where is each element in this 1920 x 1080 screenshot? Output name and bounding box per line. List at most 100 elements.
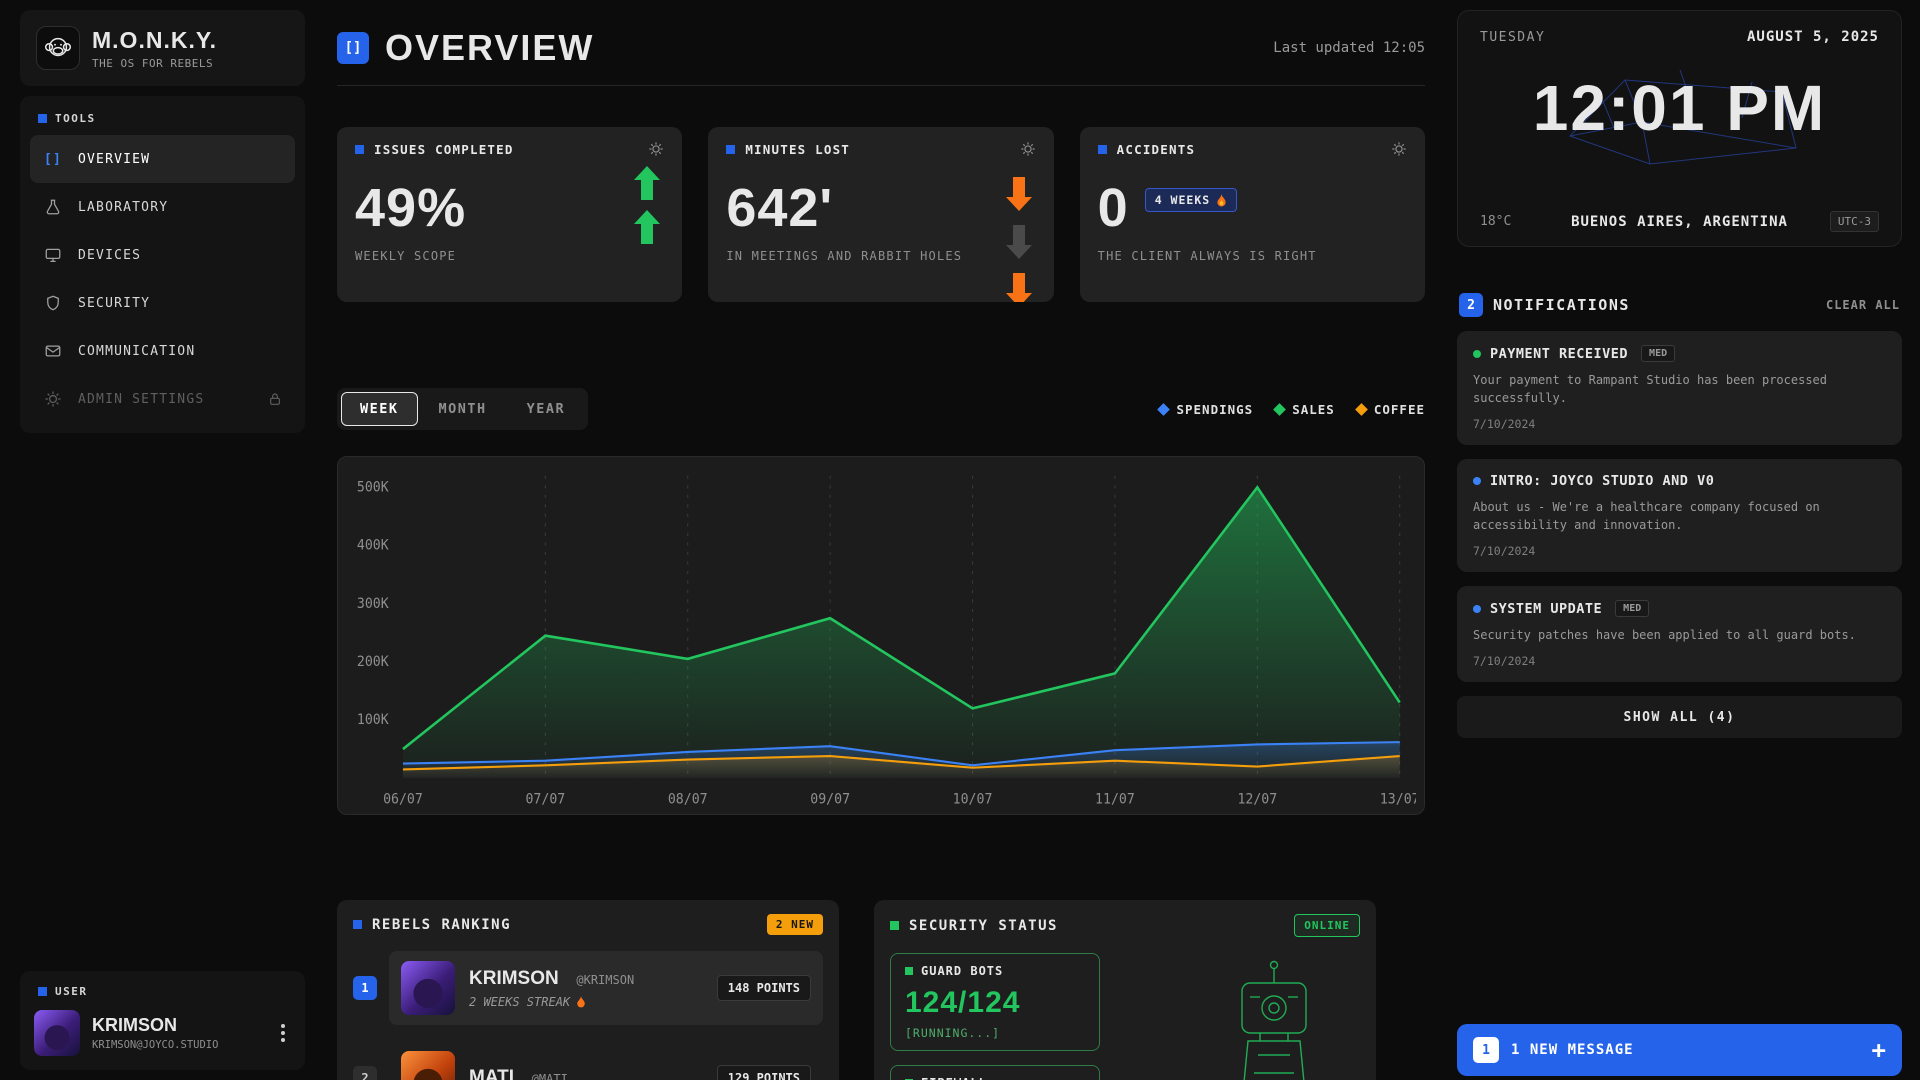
notification-date: 7/10/2024 xyxy=(1473,417,1886,431)
stat-sublabel: WEEKLY SCOPE xyxy=(355,249,664,263)
gear-icon[interactable] xyxy=(1020,141,1036,157)
security-status-card: SECURITY STATUS ONLINE GUARD BOTS 124/12… xyxy=(874,900,1376,1080)
svg-text:07/07: 07/07 xyxy=(525,791,565,807)
user-menu-button[interactable] xyxy=(275,1018,291,1048)
show-all-button[interactable]: SHOW ALL (4) xyxy=(1457,696,1902,738)
sidebar-item-security[interactable]: SECURITY xyxy=(30,279,295,327)
message-label: 1 NEW MESSAGE xyxy=(1511,1042,1634,1058)
app-title: M.O.N.K.Y. xyxy=(92,27,217,54)
ranking-row-2[interactable]: 2 MATI @MATI 129 POINTS xyxy=(353,1041,823,1080)
user-row: KRIMSON KRIMSON@JOYCO.STUDIO xyxy=(30,1008,295,1058)
sidebar-item-label: OVERVIEW xyxy=(78,152,150,167)
user-name: KRIMSON xyxy=(92,1015,218,1036)
clock-time: 12:01 PM xyxy=(1480,71,1879,145)
new-badge: 2 NEW xyxy=(767,914,823,935)
security-title: SECURITY STATUS xyxy=(909,918,1058,934)
flask-icon xyxy=(42,198,64,216)
status-dot xyxy=(1473,605,1481,613)
sidebar-item-admin-settings[interactable]: ADMIN SETTINGS xyxy=(30,375,295,423)
shield-icon xyxy=(42,294,64,312)
tab-year[interactable]: YEAR xyxy=(508,392,585,426)
plus-icon[interactable]: + xyxy=(1872,1038,1886,1062)
stat-card-issues: ISSUES COMPLETED 49% WEEKLY SCOPE xyxy=(337,127,682,302)
points-badge: 148 POINTS xyxy=(717,975,811,1001)
stats-row: ISSUES COMPLETED 49% WEEKLY SCOPE xyxy=(337,127,1425,302)
guard-bot-illustration xyxy=(1214,957,1334,1080)
section-bullet-icon xyxy=(38,114,47,123)
priority-badge: MED xyxy=(1641,345,1675,362)
rank-name: MATI xyxy=(469,1067,514,1080)
notification-system-update[interactable]: SYSTEM UPDATE MED Security patches have … xyxy=(1457,586,1902,682)
user-email: KRIMSON@JOYCO.STUDIO xyxy=(92,1039,218,1051)
sidebar-item-label: ADMIN SETTINGS xyxy=(78,392,204,407)
notifications-count-badge: 2 xyxy=(1459,293,1483,317)
svg-text:12/07: 12/07 xyxy=(1237,791,1277,807)
sidebar-item-label: SECURITY xyxy=(78,296,150,311)
status-dot xyxy=(1473,477,1481,485)
admin-icon xyxy=(42,390,64,408)
lock-icon xyxy=(267,391,283,407)
sidebar-item-label: LABORATORY xyxy=(78,200,168,215)
firewall-label: FIREWALL xyxy=(921,1076,987,1080)
chart-svg: 06/0707/0708/0709/0710/0711/0712/0713/07… xyxy=(346,463,1416,812)
user-section-label: USER xyxy=(30,979,295,1008)
brand: M.O.N.K.Y. THE OS FOR REBELS xyxy=(20,10,305,86)
brackets-icon: [] xyxy=(42,152,64,167)
svg-text:400K: 400K xyxy=(357,537,390,553)
guard-bots-status: [RUNNING...] xyxy=(905,1026,1085,1040)
gear-icon[interactable] xyxy=(1391,141,1407,157)
guard-bots-value: 124/124 xyxy=(905,986,1085,1020)
clear-all-button[interactable]: CLEAR ALL xyxy=(1826,298,1900,312)
sidebar-item-laboratory[interactable]: LABORATORY xyxy=(30,183,295,231)
rank-streak: 2 WEEKS STREAK xyxy=(469,995,634,1009)
rank-avatar xyxy=(401,1051,455,1080)
tab-month[interactable]: MONTH xyxy=(420,392,506,426)
brand-text: M.O.N.K.Y. THE OS FOR REBELS xyxy=(92,27,217,70)
notifications-title: NOTIFICATIONS xyxy=(1493,296,1630,314)
page-header: [] OVERVIEW Last updated 12:05 xyxy=(337,10,1425,86)
stat-card-accidents: ACCIDENTS 0 4 WEEKS xyxy=(1080,127,1425,302)
sidebar-item-overview[interactable]: [] OVERVIEW xyxy=(30,135,295,183)
bottom-row: REBELS RANKING 2 NEW 1 KRIMSON @KRIMSON xyxy=(337,900,1425,1080)
gear-icon[interactable] xyxy=(648,141,664,157)
stat-bullet-icon xyxy=(1098,145,1107,154)
right-panel: TUESDAY AUGUST 5, 2025 12:01 PM 18°C BUE… xyxy=(1457,10,1902,1080)
overview-brackets-icon: [] xyxy=(337,32,369,64)
page-title: OVERVIEW xyxy=(385,27,594,69)
svg-text:06/07: 06/07 xyxy=(383,791,423,807)
svg-text:100K: 100K xyxy=(357,712,390,728)
legend-spendings: SPENDINGS xyxy=(1159,402,1253,417)
tools-label: TOOLS xyxy=(55,112,96,125)
tab-week[interactable]: WEEK xyxy=(341,392,418,426)
ranking-title: REBELS RANKING xyxy=(372,917,511,933)
svg-text:200K: 200K xyxy=(357,654,390,670)
sidebar-item-devices[interactable]: DEVICES xyxy=(30,231,295,279)
new-message-bar[interactable]: 1 1 NEW MESSAGE + xyxy=(1457,1024,1902,1076)
sidebar-item-label: COMMUNICATION xyxy=(78,344,195,359)
trend-up-arrows-icon xyxy=(634,165,660,245)
message-count-badge: 1 xyxy=(1473,1037,1499,1063)
clock-date: AUGUST 5, 2025 xyxy=(1747,29,1879,45)
monkey-logo-icon xyxy=(36,26,80,70)
svg-text:11/07: 11/07 xyxy=(1095,791,1135,807)
notification-intro[interactable]: INTRO: JOYCO STUDIO AND V0 About us - We… xyxy=(1457,459,1902,572)
sidebar-item-communication[interactable]: COMMUNICATION xyxy=(30,327,295,375)
chart-toolbar: WEEK MONTH YEAR SPENDINGS SALES COFFEE xyxy=(337,388,1425,430)
notification-date: 7/10/2024 xyxy=(1473,654,1886,668)
guard-bots-bullet-icon xyxy=(905,967,913,975)
user-card: USER KRIMSON KRIMSON@JOYCO.STUDIO xyxy=(20,971,305,1070)
notification-payment[interactable]: PAYMENT RECEIVED MED Your payment to Ram… xyxy=(1457,331,1902,445)
chart-legend: SPENDINGS SALES COFFEE xyxy=(1159,402,1425,417)
ranking-row-1[interactable]: 1 KRIMSON @KRIMSON 2 WEEKS STREAK xyxy=(353,951,823,1025)
app-root: M.O.N.K.Y. THE OS FOR REBELS TOOLS [] OV… xyxy=(0,0,1920,1080)
priority-badge: MED xyxy=(1615,600,1649,617)
diamond-icon xyxy=(1273,403,1286,416)
tools-panel: TOOLS [] OVERVIEW LABORATORY xyxy=(20,96,305,433)
notification-date: 7/10/2024 xyxy=(1473,544,1886,558)
firewall-box: FIREWALL xyxy=(890,1065,1100,1080)
stat-value: 0 xyxy=(1098,177,1129,239)
points-badge: 129 POINTS xyxy=(717,1065,811,1080)
panel-bullet-icon xyxy=(353,920,362,929)
notification-body: Security patches have been applied to al… xyxy=(1473,626,1886,644)
stat-value: 49% xyxy=(355,177,466,239)
